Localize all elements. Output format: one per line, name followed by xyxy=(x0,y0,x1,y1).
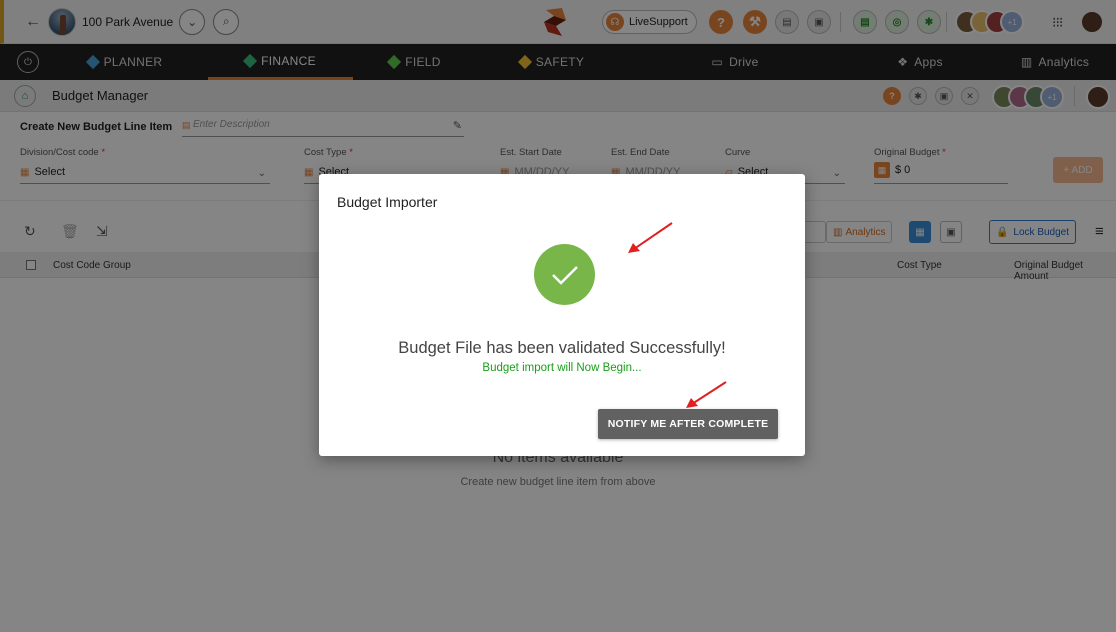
annotation-arrow-icon xyxy=(686,381,727,408)
success-message: Budget File has been validated Successfu… xyxy=(398,339,726,357)
annotation-arrow-icon xyxy=(628,222,673,253)
success-check-icon xyxy=(534,244,595,305)
import-status-message: Budget import will Now Begin... xyxy=(482,362,642,374)
budget-importer-dialog: Budget Importer Budget File has been val… xyxy=(319,174,805,456)
dialog-title: Budget Importer xyxy=(337,194,438,210)
notify-me-button[interactable]: NOTIFY ME AFTER COMPLETE xyxy=(598,409,778,439)
